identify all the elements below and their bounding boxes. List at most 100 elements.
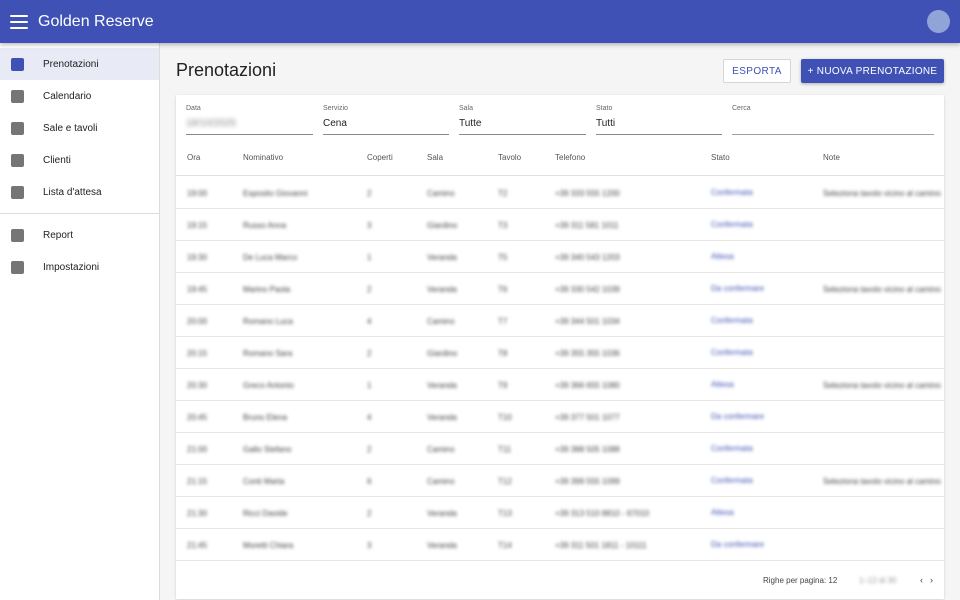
cell-time: 20:45 bbox=[187, 413, 208, 422]
sidebar: Prenotazioni Calendario Sale e tavoli Clien… bbox=[0, 43, 160, 600]
table-row[interactable]: 19:30 De Luca Marco 1 Veranda T5 +39 340 543 … bbox=[176, 241, 944, 273]
top-app-bar: Golden Reserve bbox=[0, 0, 960, 43]
cell-room: Camino bbox=[427, 477, 455, 486]
new-reservation-button[interactable]: + NUOVA PRENOTAZIONE bbox=[801, 59, 944, 83]
cell-table: T2 bbox=[498, 189, 508, 198]
sidebar-item-label: Lista d'attesa bbox=[43, 186, 102, 198]
header-time[interactable]: Ora bbox=[187, 153, 200, 162]
cell-covers: 2 bbox=[367, 189, 372, 198]
cell-covers: 6 bbox=[367, 477, 372, 486]
cell-table: T8 bbox=[498, 349, 508, 358]
sidebar-item-label: Calendario bbox=[43, 90, 92, 102]
cell-note: Seleziona tavolo vicino al camino bbox=[823, 381, 941, 390]
cell-covers: 1 bbox=[367, 253, 372, 262]
cell-covers: 2 bbox=[367, 285, 372, 294]
room-filter-label: Sala bbox=[459, 105, 474, 112]
cell-status: Confermata bbox=[711, 220, 753, 229]
page-title: Prenotazioni bbox=[176, 60, 277, 80]
cell-note: Seleziona tavolo vicino al camino bbox=[823, 477, 941, 486]
table-row[interactable]: 19:15 Russo Anna 3 Giardino T3 +39 311 581 10… bbox=[176, 209, 944, 241]
cell-status: Confermata bbox=[711, 476, 753, 485]
cell-time: 21:45 bbox=[187, 541, 208, 550]
table-row[interactable]: 19:00 Esposito Giovanni 2 Camino T2 +39 333 5… bbox=[176, 177, 944, 209]
square-nav-icon bbox=[11, 57, 24, 71]
table-row[interactable]: 21:15 Conti Marta 6 Camino T12 +39 399 555 10… bbox=[176, 465, 944, 497]
cell-phone: +39 313 510 8810 - 67010 bbox=[555, 509, 650, 518]
cell-room: Veranda bbox=[427, 509, 457, 518]
sidebar-item-label: Impostazioni bbox=[43, 261, 100, 273]
cell-name: Marino Paola bbox=[243, 285, 291, 294]
sidebar-item-clienti[interactable]: Clienti bbox=[0, 144, 159, 176]
cell-room: Camino bbox=[427, 445, 455, 454]
cell-table: T11 bbox=[498, 445, 512, 454]
cell-name: Romano Sara bbox=[243, 349, 293, 358]
user-avatar[interactable] bbox=[927, 10, 950, 33]
sidebar-item-prenotazioni[interactable]: Prenotazioni bbox=[0, 48, 159, 80]
table-row[interactable]: 19:45 Marino Paola 2 Veranda T6 +39 330 542 1… bbox=[176, 273, 944, 305]
cell-table: T9 bbox=[498, 381, 508, 390]
cell-status: Attesa bbox=[711, 252, 734, 261]
cell-name: De Luca Marco bbox=[243, 253, 298, 262]
sidebar-item-calendario[interactable]: Calendario bbox=[0, 80, 159, 112]
square-nav-icon bbox=[11, 121, 24, 135]
cell-status: Confermata bbox=[711, 188, 753, 197]
table-row[interactable]: 20:00 Romano Luca 4 Camino T7 +39 344 501 103… bbox=[176, 305, 944, 337]
header-name[interactable]: Nominativo bbox=[243, 153, 283, 162]
table-row[interactable]: 21:45 Moretti Chiara 3 Veranda T14 +39 311 50… bbox=[176, 529, 944, 561]
cell-room: Veranda bbox=[427, 413, 457, 422]
cell-phone: +39 333 555 1200 bbox=[555, 189, 620, 198]
sidebar-item-label: Sale e tavoli bbox=[43, 122, 98, 134]
cell-table: T7 bbox=[498, 317, 508, 326]
cell-status: Confermata bbox=[711, 316, 753, 325]
service-filter[interactable]: Servizio Cena bbox=[323, 105, 449, 135]
status-filter-value: Tutti bbox=[596, 118, 616, 129]
header-note[interactable]: Note bbox=[823, 153, 840, 162]
cell-status: Attesa bbox=[711, 380, 734, 389]
cell-status: Da confermare bbox=[711, 412, 764, 421]
sidebar-item-impostazioni[interactable]: Impostazioni bbox=[0, 251, 159, 283]
search-input-label: Cerca bbox=[732, 105, 751, 112]
sidebar-item-report[interactable]: Report bbox=[0, 219, 159, 251]
sidebar-item-label: Report bbox=[43, 229, 74, 241]
cell-phone: +39 366 655 1080 bbox=[555, 381, 620, 390]
cell-room: Veranda bbox=[427, 381, 457, 390]
table-row[interactable]: 20:30 Greco Antonio 1 Veranda T9 +39 366 655 … bbox=[176, 369, 944, 401]
cell-status: Confermata bbox=[711, 348, 753, 357]
sidebar-item-sale-e-tavoli[interactable]: Sale e tavoli bbox=[0, 112, 159, 144]
sidebar-item-label: Clienti bbox=[43, 154, 71, 166]
status-filter-label: Stato bbox=[596, 105, 613, 112]
table-footer: Righe per pagina: 12 1–12 di 30 ‹ › bbox=[176, 570, 944, 590]
reservations-card: Data 18/10/2025 Servizio Cena Sala Tutte… bbox=[176, 95, 944, 599]
cell-room: Veranda bbox=[427, 253, 457, 262]
table-row[interactable]: 21:30 Ricci Davide 2 Veranda T13 +39 313 510 … bbox=[176, 497, 944, 529]
rows-per-page-select[interactable]: Righe per pagina: 12 bbox=[763, 576, 837, 585]
cell-status: Confermata bbox=[711, 444, 753, 453]
cell-name: Gallo Stefano bbox=[243, 445, 292, 454]
export-button[interactable]: ESPORTA bbox=[723, 59, 791, 83]
status-filter[interactable]: Stato Tutti bbox=[596, 105, 722, 135]
cell-table: T12 bbox=[498, 477, 512, 486]
header-table[interactable]: Tavolo bbox=[498, 153, 521, 162]
cell-room: Giardino bbox=[427, 349, 458, 358]
room-filter[interactable]: Sala Tutte bbox=[459, 105, 586, 135]
table-row[interactable]: 20:15 Romano Sara 2 Giardino T8 +39 355 355 1… bbox=[176, 337, 944, 369]
cell-name: Ricci Davide bbox=[243, 509, 288, 518]
header-covers[interactable]: Coperti bbox=[367, 153, 393, 162]
search-input[interactable]: Cerca bbox=[732, 105, 934, 135]
date-filter[interactable]: Data 18/10/2025 bbox=[186, 105, 313, 135]
cell-covers: 4 bbox=[367, 413, 372, 422]
header-status[interactable]: Stato bbox=[711, 153, 730, 162]
sidebar-item-lista-d-attesa[interactable]: Lista d'attesa bbox=[0, 176, 159, 208]
header-phone[interactable]: Telefono bbox=[555, 153, 585, 162]
cell-phone: +39 355 355 1036 bbox=[555, 349, 620, 358]
cell-table: T6 bbox=[498, 285, 508, 294]
cell-room: Veranda bbox=[427, 285, 457, 294]
table-row[interactable]: 20:45 Bruno Elena 4 Veranda T10 +39 377 501 1… bbox=[176, 401, 944, 433]
header-room[interactable]: Sala bbox=[427, 153, 443, 162]
menu-icon[interactable] bbox=[10, 14, 28, 29]
square-nav-icon bbox=[11, 185, 24, 199]
next-page-icon[interactable]: › bbox=[930, 575, 933, 585]
prev-page-icon[interactable]: ‹ bbox=[920, 575, 923, 585]
cell-table: T5 bbox=[498, 253, 508, 262]
table-row[interactable]: 21:00 Gallo Stefano 2 Camino T11 +39 388 505 … bbox=[176, 433, 944, 465]
